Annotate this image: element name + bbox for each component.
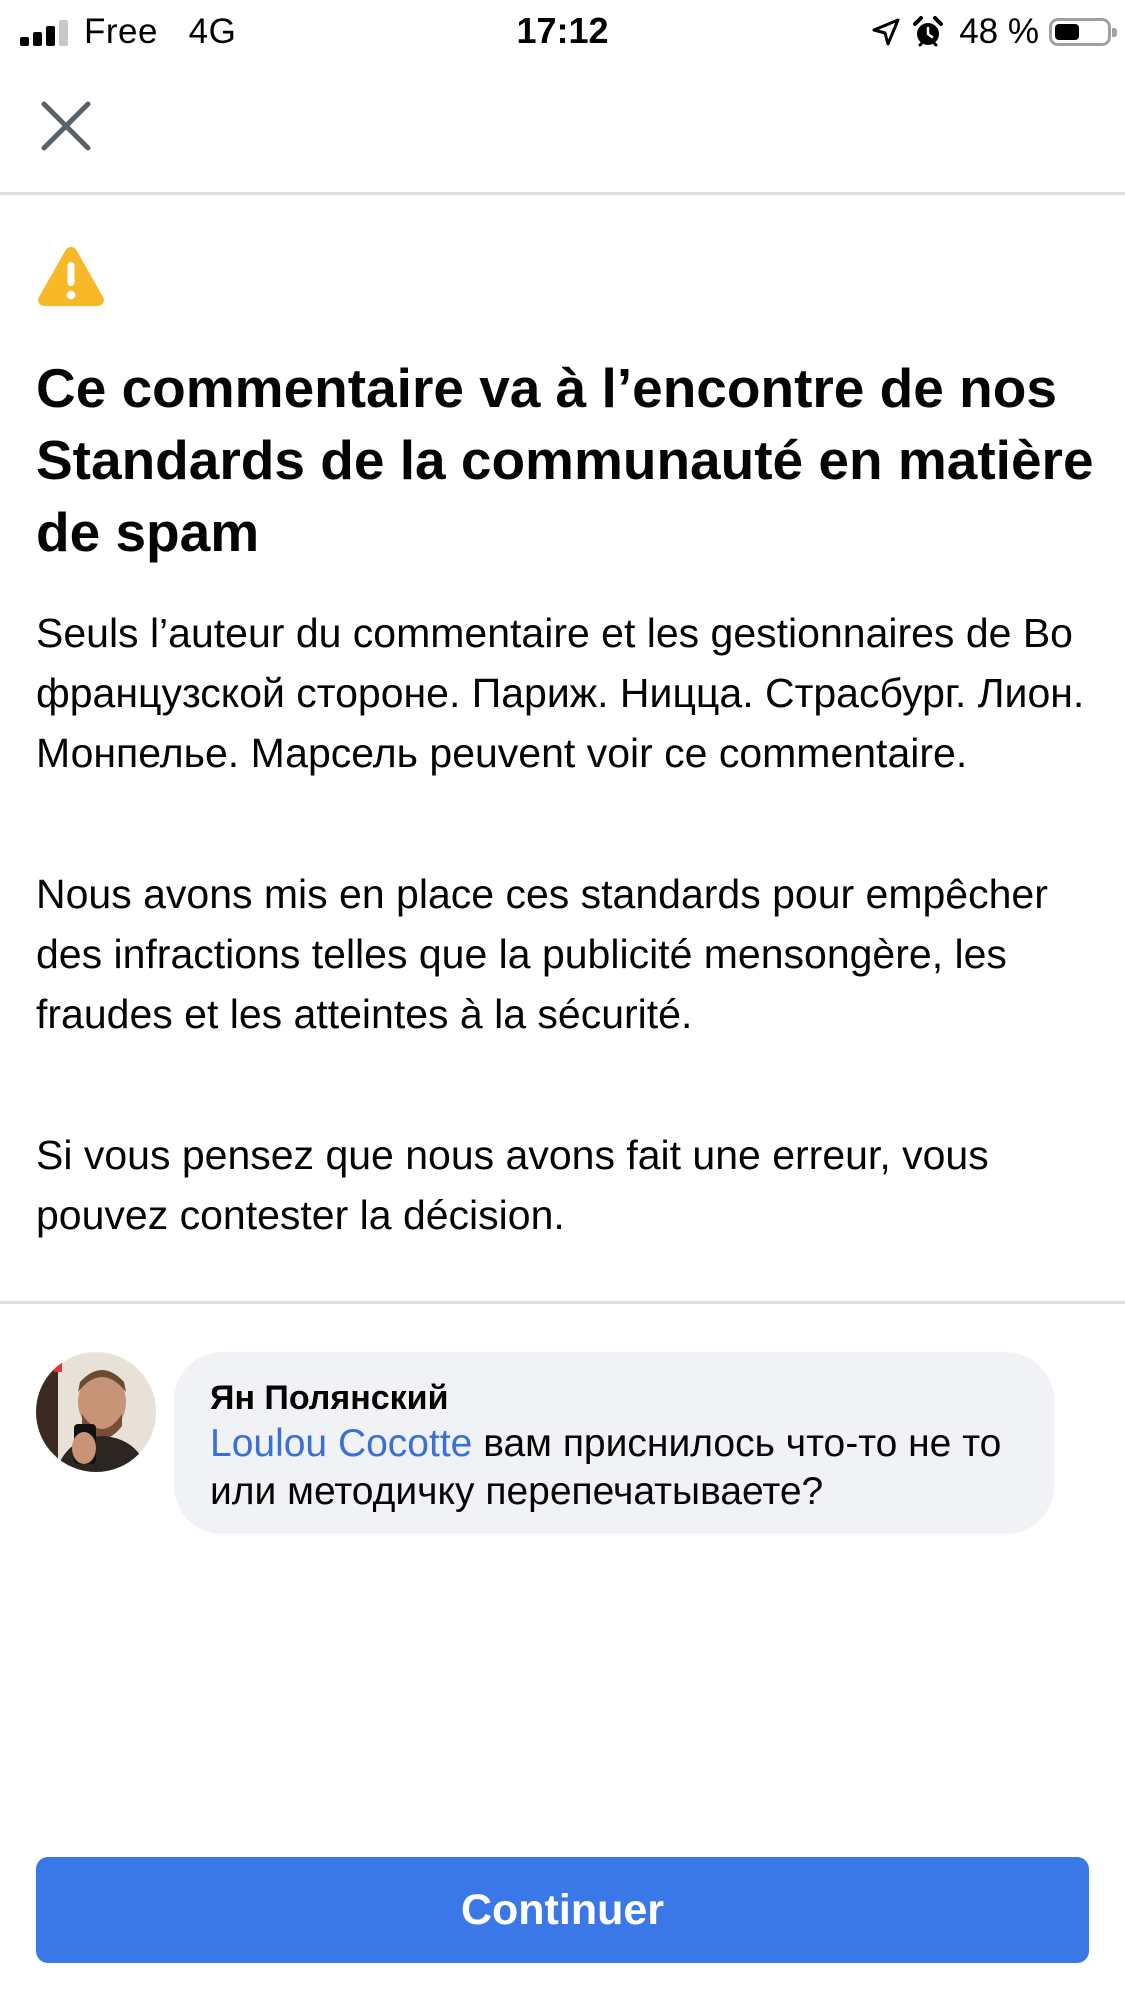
location-arrow-icon	[872, 18, 900, 46]
comment-text: Loulou Cocotte вам приснилось что-то не …	[210, 1420, 1018, 1516]
alarm-clock-icon	[913, 16, 944, 47]
status-indicators: 48 %	[871, 12, 1117, 52]
continue-button[interactable]: Continuer	[36, 1857, 1089, 1963]
notice-paragraph-appeal: Si vous pensez que nous avons fait une e…	[36, 1132, 989, 1238]
comment-bubble: Ян Полянский Loulou Cocotte вам приснило…	[174, 1352, 1054, 1534]
content-divider	[0, 1301, 1125, 1304]
avatar-photo	[36, 1352, 156, 1472]
status-bar: Free 4G 17:12 48 %	[0, 0, 1125, 64]
header-divider	[0, 192, 1125, 195]
notice-title: Ce commentaire va à l’encontre de nos St…	[36, 357, 1094, 563]
battery-icon	[1049, 18, 1117, 46]
avatar[interactable]	[36, 1352, 156, 1472]
comment-author[interactable]: Ян Полянский	[210, 1376, 1018, 1420]
warning-icon	[38, 247, 104, 306]
notice-paragraph-visibility: Seuls l’auteur du commentaire et les ges…	[36, 610, 1085, 776]
close-icon	[41, 101, 91, 151]
close-button[interactable]	[36, 96, 96, 156]
notice-paragraph-standards: Nous avons mis en place ces standards po…	[36, 871, 1048, 1037]
comment-mention[interactable]: Loulou Cocotte	[210, 1422, 472, 1465]
battery-percent: 48 %	[959, 12, 1039, 51]
battery-level-fill	[1055, 24, 1079, 40]
